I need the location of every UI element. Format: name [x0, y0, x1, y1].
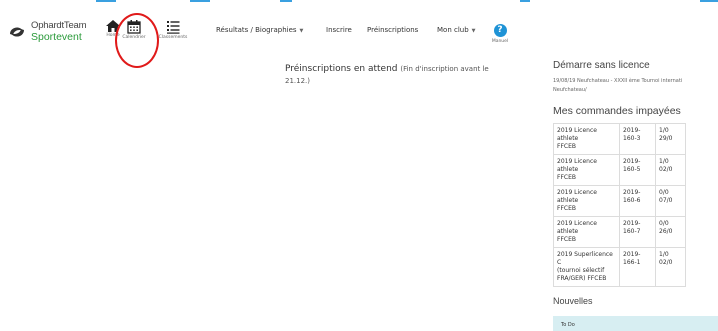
order-number: 2019- 160-6 — [619, 185, 656, 217]
nav-myclub-label: Mon club — [437, 26, 469, 34]
help-icon: ? — [493, 24, 507, 37]
order-number-line: 2019- — [623, 127, 641, 134]
brand-name: OphardtTeam — [31, 20, 87, 31]
brand-swirl-icon — [10, 27, 24, 37]
preregistrations-heading: Préinscriptions en attend (Fin d'inscrip… — [285, 63, 535, 87]
order-row[interactable]: 2019 Licence athlete FFCEB 2019- 160-6 0/0 07… — [553, 185, 686, 217]
brand-logo[interactable]: OphardtTeam Sportevent — [6, 20, 87, 43]
nav-register[interactable]: Inscrire — [326, 26, 352, 34]
order-row[interactable]: 2019 Licence athlete FFCEB 2019- 160-7 0/0 26… — [553, 216, 686, 248]
order-date-line: 1/0 — [659, 127, 669, 134]
order-date-line: 07/0 — [659, 197, 673, 204]
no-license-heading: Démarre sans licence — [553, 60, 650, 71]
order-date-line: 02/0 — [659, 259, 673, 266]
order-description-line: 2019 Licence athlete — [557, 158, 597, 173]
nav-results-dropdown[interactable]: Résultats / Biographies ▼ — [216, 26, 303, 34]
news-heading: Nouvelles — [553, 296, 593, 306]
caret-down-icon: ▼ — [471, 28, 476, 34]
nav-rankings[interactable]: Classements — [156, 20, 190, 40]
order-number-line: 160-6 — [623, 197, 641, 204]
preregistrations-title: Préinscriptions en attend — [285, 64, 398, 74]
unpaid-orders-heading: Mes commandes impayées — [553, 105, 681, 117]
order-description-line: FFCEB — [557, 143, 576, 150]
order-description-line: FFCEB — [557, 205, 576, 212]
order-date: 1/0 02/0 — [655, 247, 686, 287]
order-number-line: 160-7 — [623, 228, 641, 235]
order-number: 2019- 160-5 — [619, 154, 656, 186]
annotation-circle — [115, 13, 159, 68]
order-description-line: 2019 Superlicence C — [557, 251, 613, 266]
order-number-line: 2019- — [623, 251, 641, 258]
nav-preregistrations[interactable]: Préinscriptions — [367, 26, 418, 34]
order-number: 2019- 160-7 — [619, 216, 656, 248]
order-row[interactable]: 2019 Licence athlete FFCEB 2019- 160-3 1/0 29… — [553, 123, 686, 155]
unpaid-orders-table: 2019 Licence athlete FFCEB 2019- 160-3 1/0 29… — [553, 123, 686, 287]
order-date-line: 1/0 — [659, 251, 669, 258]
event-link[interactable]: 19/08/19 Neufchateau - XXXII ème Tournoi… — [553, 77, 718, 95]
order-date-line: 02/0 — [659, 166, 673, 173]
order-number-line: 2019- — [623, 220, 641, 227]
order-date-line: 26/0 — [659, 228, 673, 235]
order-date: 0/0 07/0 — [655, 185, 686, 217]
order-description: 2019 Licence athlete FFCEB — [553, 185, 620, 217]
order-row[interactable]: 2019 Superlicence C (tournoi sélectif FRA/… — [553, 247, 686, 287]
event-line2: Neufchateau/ — [553, 87, 587, 93]
nav-register-label: Inscrire — [326, 26, 352, 34]
order-description: 2019 Superlicence C (tournoi sélectif FRA/… — [553, 247, 620, 287]
top-accent-bar — [0, 0, 718, 3]
todo-panel: To Do — [553, 316, 718, 331]
order-description-line: FRA/GER) FFCEB — [557, 275, 607, 282]
nav-preregistrations-label: Préinscriptions — [367, 26, 419, 34]
order-description: 2019 Licence athlete FFCEB — [553, 154, 620, 186]
brand-subname: Sportevent — [31, 31, 82, 43]
nav-results-label: Résultats / Biographies — [216, 26, 297, 34]
order-number-line: 2019- — [623, 189, 641, 196]
order-description-line: (tournoi sélectif — [557, 267, 605, 274]
order-description: 2019 Licence athlete FFCEB — [553, 123, 620, 155]
order-description-line: 2019 Licence athlete — [557, 189, 597, 204]
order-description: 2019 Licence athlete FFCEB — [553, 216, 620, 248]
order-description-line: FFCEB — [557, 174, 576, 181]
nav-rankings-label: Classements — [158, 35, 188, 40]
event-line1: 19/08/19 Neufchateau - XXXII ème Tournoi… — [553, 78, 683, 84]
order-number-line: 160-5 — [623, 166, 641, 173]
todo-label: To Do — [561, 322, 575, 328]
deadline-note: (Fin d'inscription avant le — [400, 65, 489, 73]
order-number: 2019- 166-1 — [619, 247, 656, 287]
nav-myclub-dropdown[interactable]: Mon club ▼ — [437, 26, 476, 34]
order-number: 2019- 160-3 — [619, 123, 656, 155]
order-date-line: 1/0 — [659, 158, 669, 165]
nav-manual-label: Manuel — [491, 39, 509, 44]
caret-down-icon: ▼ — [299, 28, 304, 34]
order-date-line: 0/0 — [659, 220, 669, 227]
top-navbar: OphardtTeam Sportevent Home Calendrier C… — [0, 4, 718, 52]
order-date-line: 29/0 — [659, 135, 673, 142]
order-row[interactable]: 2019 Licence athlete FFCEB 2019- 160-5 1/0 02… — [553, 154, 686, 186]
list-icon — [167, 21, 180, 34]
order-description-line: 2019 Licence athlete — [557, 127, 597, 142]
order-date: 0/0 26/0 — [655, 216, 686, 248]
order-number-line: 160-3 — [623, 135, 641, 142]
right-sidebar: Démarre sans licence 19/08/19 Neufchatea… — [553, 60, 718, 331]
order-number-line: 166-1 — [623, 259, 641, 266]
order-date: 1/0 29/0 — [655, 123, 686, 155]
order-number-line: 2019- — [623, 158, 641, 165]
deadline-date: 21.12.) — [285, 77, 310, 85]
order-date: 1/0 02/0 — [655, 154, 686, 186]
order-description-line: 2019 Licence athlete — [557, 220, 597, 235]
nav-manual[interactable]: ? Manuel — [488, 24, 512, 44]
order-description-line: FFCEB — [557, 236, 576, 243]
order-date-line: 0/0 — [659, 189, 669, 196]
